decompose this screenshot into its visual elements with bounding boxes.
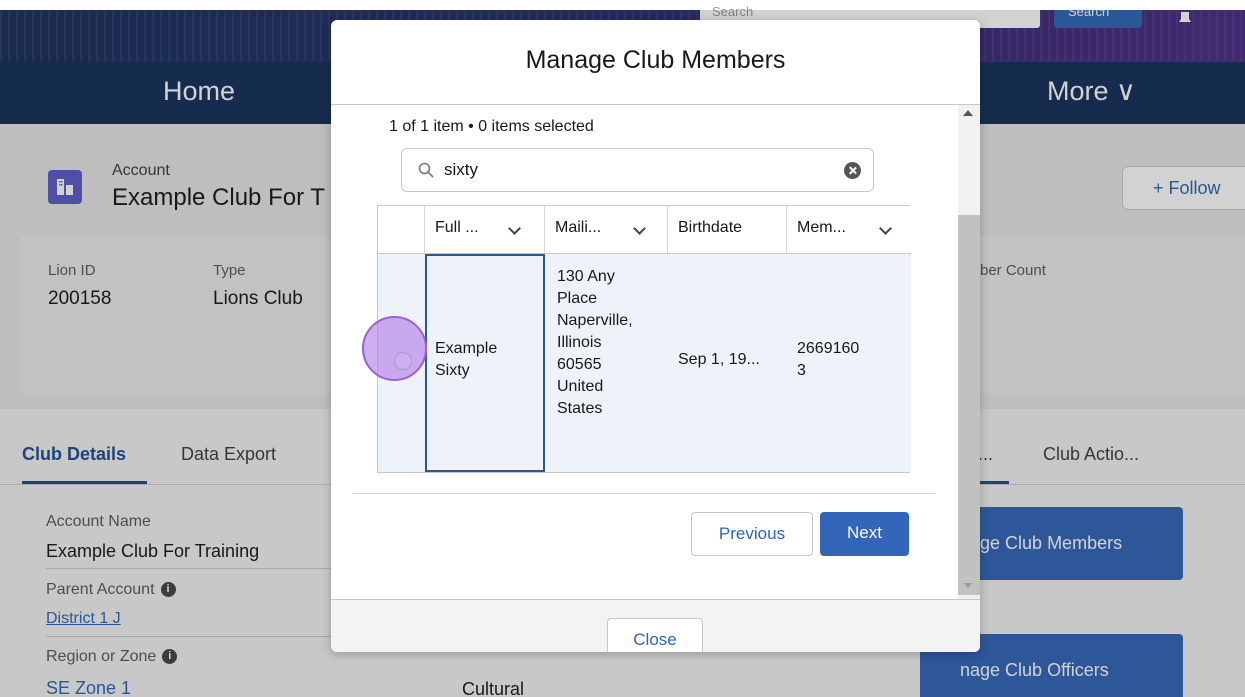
column-label: Full ... (435, 219, 479, 236)
cell-member-id: 2669160 3 (797, 338, 905, 382)
cell-full-name: Example Sixty (435, 340, 498, 379)
select-column-header (378, 206, 425, 253)
click-indicator (362, 316, 427, 381)
chevron-down-icon[interactable] (879, 222, 892, 235)
modal-body-divider (353, 493, 935, 494)
member-search-field[interactable] (401, 148, 874, 192)
column-label: Mem... (797, 219, 846, 236)
column-header-mailing[interactable]: Maili... (545, 206, 668, 253)
close-label: Close (633, 630, 677, 649)
cell-birthdate: Sep 1, 19... (678, 351, 760, 368)
previous-label: Previous (718, 524, 786, 543)
mailing-line: Illinois (557, 334, 602, 351)
members-table: Full ... Maili... Birthdate Mem... Examp… (377, 205, 911, 473)
scroll-down-arrow-icon[interactable] (964, 583, 972, 588)
member-search-input[interactable] (444, 159, 824, 181)
mailing-line: Naperville, (557, 312, 633, 329)
mailing-line: 130 Any (557, 268, 615, 285)
items-count: 1 of 1 item • 0 items selected (389, 118, 594, 135)
mailing-line: United (557, 378, 604, 395)
search-icon (418, 162, 434, 178)
column-label: Birthdate (678, 219, 743, 236)
modal-footer: Close (331, 600, 980, 652)
modal-scrollbar[interactable] (958, 105, 980, 599)
mailing-line: Place (557, 290, 598, 307)
column-header-birthdate[interactable]: Birthdate (668, 206, 787, 253)
scroll-thumb[interactable] (958, 215, 980, 595)
member-id-line: 3 (797, 362, 806, 379)
column-header-member[interactable]: Mem... (787, 206, 911, 253)
chevron-down-icon[interactable] (508, 222, 521, 235)
previous-button[interactable]: Previous (691, 512, 813, 556)
close-button[interactable]: Close (607, 618, 703, 652)
next-label: Next (847, 523, 882, 542)
next-button[interactable]: Next (820, 512, 909, 556)
manage-club-members-modal: Manage Club Members 1 of 1 item • 0 item… (331, 20, 980, 652)
column-label: Maili... (555, 219, 602, 236)
member-id-line: 2669160 (797, 340, 860, 357)
modal-title: Manage Club Members (525, 46, 786, 74)
mailing-line: 60565 (557, 356, 602, 373)
scroll-up-arrow-icon[interactable] (963, 110, 973, 116)
column-header-full-name[interactable]: Full ... (425, 206, 545, 253)
table-row[interactable]: Example Sixty 130 Any Place Naperville, … (378, 254, 911, 472)
chevron-down-icon[interactable] (633, 222, 646, 235)
cell-mailing: 130 Any Place Naperville, Illinois 60565… (557, 266, 665, 420)
mailing-line: States (557, 400, 603, 417)
clear-icon[interactable] (844, 162, 861, 179)
top-strip (0, 0, 1245, 10)
